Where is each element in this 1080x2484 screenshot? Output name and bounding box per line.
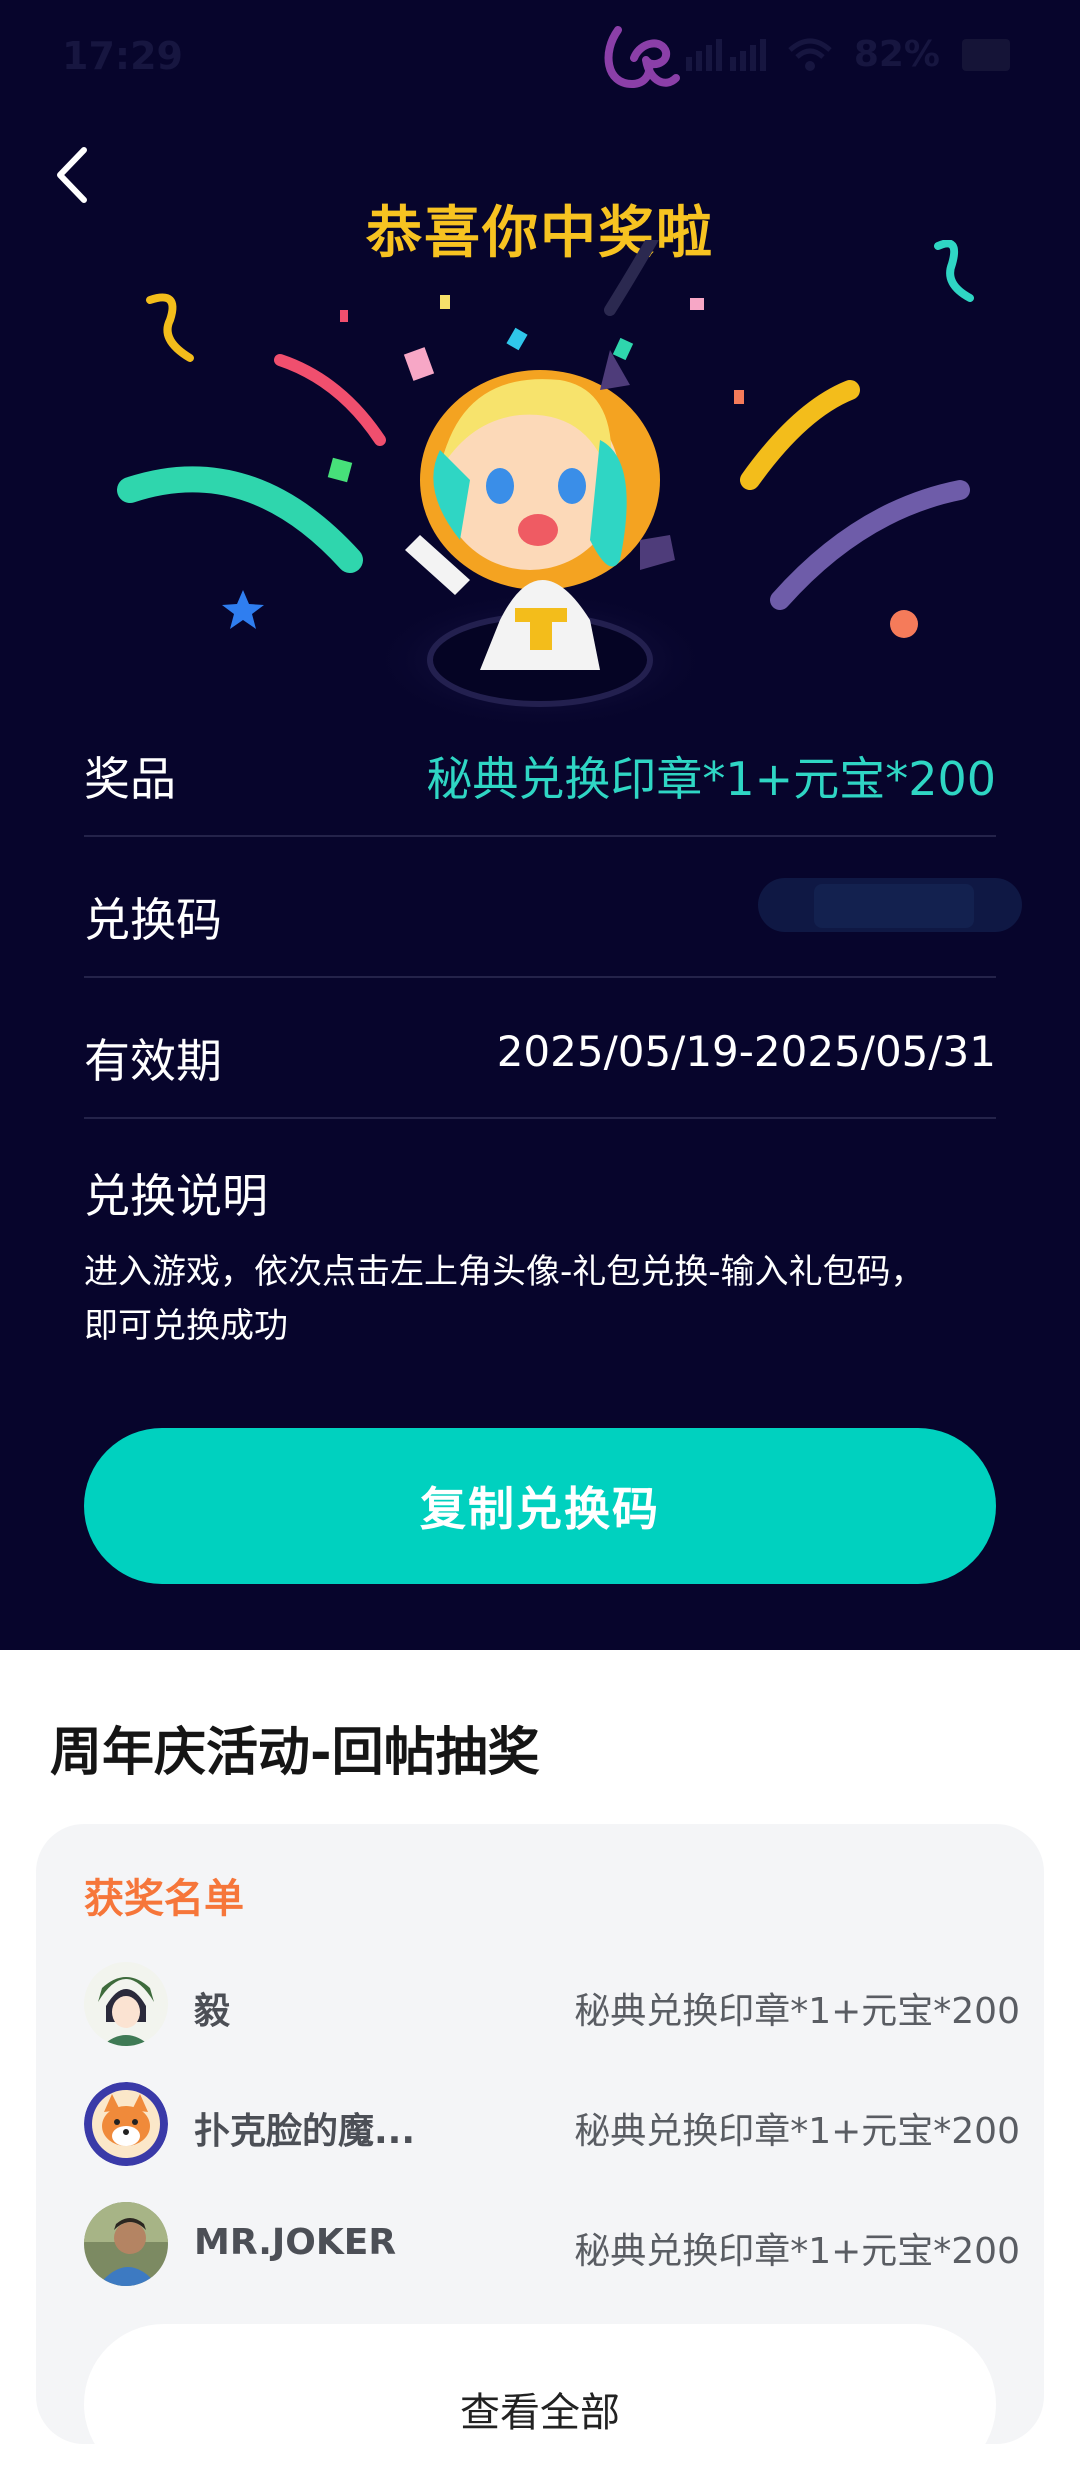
- status-bar: 17:29 82%: [0, 0, 1080, 110]
- winner-prize: 秘典兑换印章*1+元宝*200: [574, 2111, 1020, 2152]
- avatar: [84, 2202, 168, 2286]
- winner-row[interactable]: MR.JOKER 秘典兑换印章*1+元宝*200: [84, 2202, 1020, 2286]
- battery-percent: 82%: [853, 34, 940, 75]
- instructions-line-1: 进入游戏，依次点击左上角头像-礼包兑换-输入礼包码，: [84, 1252, 925, 1292]
- avatar-image: [84, 2082, 168, 2166]
- winner-name: 毅: [194, 1991, 231, 2032]
- prize-label: 奖品: [84, 752, 176, 806]
- avatar-image: [84, 2202, 168, 2286]
- status-time: 17:29: [62, 34, 183, 78]
- signal-icon: [685, 38, 766, 71]
- prize-result-panel: 17:29 82% 恭喜你中奖啦 奖品 秘典兑换印章*1+元宝*200 兑换码 …: [0, 0, 1080, 1650]
- winners-title: 获奖名单: [84, 1876, 244, 1922]
- avatar: [84, 2082, 168, 2166]
- prize-value: 秘典兑换印章*1+元宝*200: [426, 752, 996, 806]
- status-icons: 82%: [685, 34, 1010, 75]
- winner-prize: 秘典兑换印章*1+元宝*200: [574, 1991, 1020, 2032]
- validity-value: 2025/05/19-2025/05/31: [496, 1027, 996, 1076]
- winner-row[interactable]: 扑克脸的魔... 秘典兑换印章*1+元宝*200: [84, 2082, 1020, 2166]
- code-row: 兑换码: [84, 836, 1022, 978]
- validity-label: 有效期: [84, 1034, 222, 1088]
- wifi-icon: [788, 38, 832, 71]
- winner-prize: 秘典兑换印章*1+元宝*200: [574, 2231, 1020, 2272]
- winner-row[interactable]: 毅 秘典兑换印章*1+元宝*200: [84, 1962, 1020, 2046]
- view-all-label: 查看全部: [460, 2390, 620, 2436]
- winners-card: 获奖名单 毅 秘典兑换印章*1+元宝*200 扑克脸的魔... 秘典兑换印章*1…: [36, 1824, 1044, 2484]
- instructions-line-2: 即可兑换成功: [84, 1306, 288, 1346]
- code-label: 兑换码: [84, 893, 222, 947]
- app-logo-icon: [604, 26, 680, 89]
- prize-row: 奖品 秘典兑换印章*1+元宝*200: [84, 695, 996, 837]
- copy-code-button[interactable]: 复制兑换码: [84, 1428, 996, 1584]
- avatar-image: [84, 1962, 168, 2046]
- activity-title: 周年庆活动-回帖抽奖: [50, 1723, 540, 1783]
- avatar: [84, 1962, 168, 2046]
- view-all-button[interactable]: 查看全部: [84, 2324, 996, 2484]
- winner-name: MR.JOKER: [194, 2222, 397, 2263]
- celebration-illustration: [117, 240, 974, 730]
- code-value-redacted: [758, 878, 1022, 932]
- winner-name: 扑克脸的魔...: [194, 2111, 416, 2152]
- instructions-label: 兑换说明: [84, 1169, 268, 1223]
- battery-icon: [962, 38, 1010, 71]
- validity-row: 有效期 2025/05/19-2025/05/31: [84, 977, 996, 1119]
- instructions-text: 进入游戏，依次点击左上角头像-礼包兑换-输入礼包码， 即可兑换成功: [84, 1245, 996, 1353]
